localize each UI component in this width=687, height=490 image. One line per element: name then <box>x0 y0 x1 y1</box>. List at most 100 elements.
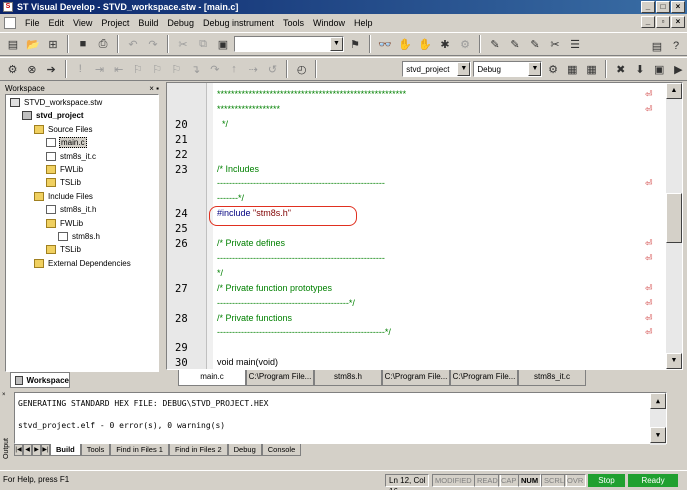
download-icon[interactable]: ⬇ <box>631 60 648 78</box>
tab-program-file-2[interactable]: C:\Program File... <box>382 370 450 386</box>
undo-icon[interactable]: ↶ <box>124 35 142 53</box>
menu-file[interactable]: File <box>21 15 44 31</box>
menu-tools[interactable]: Tools <box>279 15 308 31</box>
config-combo[interactable]: Debug ▼ <box>473 61 543 77</box>
menu-build[interactable]: Build <box>134 15 162 31</box>
redo-icon[interactable]: ↷ <box>144 35 162 53</box>
minimize-icon[interactable]: _ <box>641 1 655 13</box>
new-file-icon[interactable]: ▤ <box>4 35 22 53</box>
tree-item[interactable]: stm8s_it.h <box>46 204 97 215</box>
scroll-up-icon[interactable]: ▲ <box>650 393 666 409</box>
tree-item[interactable]: stvd_project <box>22 110 85 121</box>
editor-vertical-scrollbar[interactable]: ▲ ▼ <box>666 83 682 369</box>
clean-icon[interactable]: ✖ <box>612 60 629 78</box>
code-line[interactable]: ----------------------------------------… <box>217 298 355 308</box>
code-line[interactable]: ****************** <box>217 104 280 114</box>
code-line[interactable]: /* Private function prototypes <box>217 283 332 293</box>
panel-close-icon[interactable]: × ▪ <box>149 84 159 93</box>
workspace-tree[interactable]: STVD_workspace.stw stvd_project Source Fil… <box>5 94 159 372</box>
save-icon[interactable]: ■ <box>74 35 92 53</box>
tree-item[interactable]: TSLib <box>46 244 82 255</box>
dropdown-arrow-icon[interactable]: ▼ <box>528 62 542 76</box>
menu-view[interactable]: View <box>69 15 96 31</box>
arrow-icon[interactable]: ➔ <box>42 60 59 78</box>
paste-icon[interactable]: ▣ <box>214 35 232 53</box>
bookmark-prev-icon[interactable]: ⚐ <box>168 60 185 78</box>
stop-hand-icon[interactable]: ✋ <box>416 35 434 53</box>
chip-icon[interactable]: ▣ <box>651 60 668 78</box>
code-line[interactable]: ----------------------------------------… <box>217 178 385 188</box>
tab-prev-icon[interactable]: ◀ <box>23 444 32 456</box>
output-vertical-scrollbar[interactable]: ▲ ▼ <box>650 393 666 445</box>
clock-icon[interactable]: ◴ <box>293 60 310 78</box>
dropdown-arrow-icon[interactable]: ▼ <box>330 37 343 51</box>
help-icon[interactable]: ? <box>667 37 685 55</box>
tab-main-c[interactable]: main.c <box>178 370 246 386</box>
scroll-down-icon[interactable]: ▼ <box>666 353 682 369</box>
menu-window[interactable]: Window <box>309 15 349 31</box>
code-line[interactable]: -------*/ <box>217 193 244 203</box>
tree-item[interactable]: STVD_workspace.stw <box>10 97 103 108</box>
settings-icon[interactable]: ⚙ <box>544 60 561 78</box>
binoculars-icon[interactable]: 👓 <box>376 35 394 53</box>
bookmark-next-icon[interactable]: ⚐ <box>149 60 166 78</box>
tab-last-icon[interactable]: ▶| <box>41 444 50 456</box>
indent-icon[interactable]: ⇥ <box>91 60 108 78</box>
cut-icon[interactable]: ✂ <box>174 35 192 53</box>
restart-icon[interactable]: ↺ <box>264 60 281 78</box>
output-text[interactable]: GENERATING STANDARD HEX FILE: DEBUG\STVD… <box>14 392 667 445</box>
find-icon[interactable]: ⚑ <box>346 35 364 53</box>
tab-find-in-files-1[interactable]: Find in Files 1 <box>110 444 169 456</box>
stop-build-icon[interactable]: ⊗ <box>23 60 40 78</box>
debug-start-icon[interactable]: ▶ <box>670 60 687 78</box>
scroll-thumb[interactable] <box>666 193 682 243</box>
tab-program-file-1[interactable]: C:\Program File... <box>246 370 314 386</box>
menu-project[interactable]: Project <box>97 15 133 31</box>
doc-minimize-icon[interactable]: _ <box>641 16 655 28</box>
tab-console[interactable]: Console <box>261 444 302 456</box>
bug-icon[interactable]: ✱ <box>436 35 454 53</box>
tool2-icon[interactable]: ✎ <box>526 35 544 53</box>
doc-close-icon[interactable]: × <box>671 16 685 28</box>
tree-item[interactable]: main.c <box>46 137 87 149</box>
tree-item[interactable]: External Dependencies <box>34 258 132 269</box>
outdent-icon[interactable]: ⇤ <box>110 60 127 78</box>
exclamation-icon[interactable]: ! <box>72 60 89 78</box>
tab-stm8s-it-c[interactable]: stm8s_it.c <box>518 370 586 386</box>
tab-stm8s-h[interactable]: stm8s.h <box>314 370 382 386</box>
code-line[interactable]: /* Includes <box>217 164 259 174</box>
docs-icon[interactable]: ▤ <box>648 37 666 55</box>
scroll-down-icon[interactable]: ▼ <box>650 427 666 443</box>
open-folder-icon[interactable]: 📂 <box>24 35 42 53</box>
bookmark-icon[interactable]: ⚐ <box>129 60 146 78</box>
scissors-icon[interactable]: ✂ <box>546 35 564 53</box>
close-icon[interactable]: × <box>671 1 685 13</box>
code-line[interactable]: void main(void) <box>217 357 278 367</box>
step-out-icon[interactable]: ↑ <box>225 60 242 78</box>
menu-edit[interactable]: Edit <box>45 15 69 31</box>
tab-program-file-3[interactable]: C:\Program File... <box>450 370 518 386</box>
list-icon[interactable]: ☰ <box>566 35 584 53</box>
tab-first-icon[interactable]: |◀ <box>14 444 23 456</box>
tab-find-in-files-2[interactable]: Find in Files 2 <box>168 444 228 456</box>
doc-restore-icon[interactable]: ▫ <box>656 16 670 28</box>
code-line[interactable]: */ <box>217 119 228 129</box>
compile-icon[interactable]: ⚙ <box>4 60 21 78</box>
tree-item[interactable]: stm8s.h <box>58 231 101 242</box>
code-line[interactable]: /* Private functions <box>217 313 292 323</box>
tool-icon[interactable]: ✎ <box>506 35 524 53</box>
copy-icon[interactable]: ⧉ <box>194 35 212 53</box>
wrench-icon[interactable]: ✎ <box>486 35 504 53</box>
tree-item[interactable]: FWLib <box>46 218 84 229</box>
document-icon[interactable] <box>4 17 16 29</box>
open-workspace-icon[interactable]: ⊞ <box>44 35 62 53</box>
tab-next-icon[interactable]: ▶ <box>32 444 41 456</box>
menu-help[interactable]: Help <box>350 15 377 31</box>
scroll-up-icon[interactable]: ▲ <box>666 83 682 99</box>
rebuild-icon[interactable]: ▦ <box>583 60 600 78</box>
run-icon[interactable]: ⚙ <box>456 35 474 53</box>
menu-debug[interactable]: Debug <box>163 15 198 31</box>
tab-build[interactable]: Build <box>50 444 81 456</box>
code-line[interactable]: ----------------------------------------… <box>217 327 391 337</box>
print-icon[interactable]: ⎙ <box>94 35 112 53</box>
